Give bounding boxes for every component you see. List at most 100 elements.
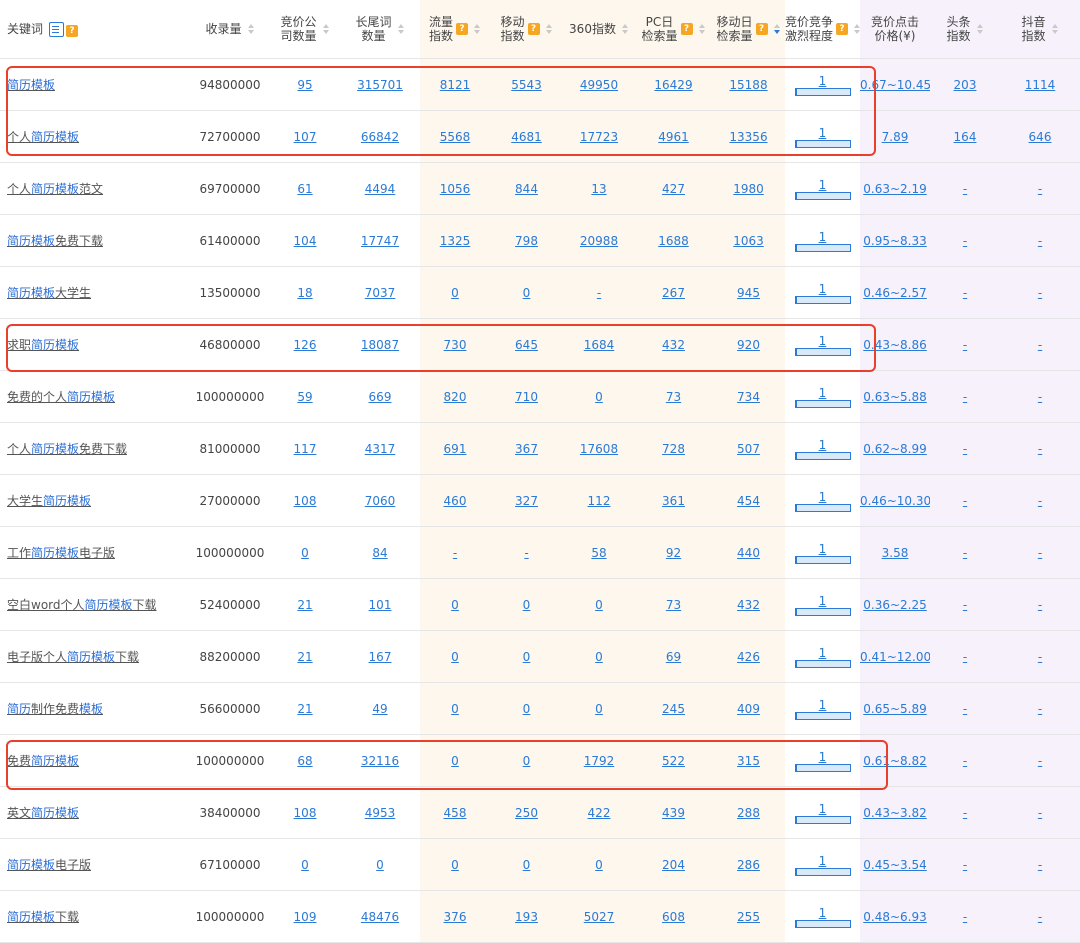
douyin-link[interactable]: - — [1038, 182, 1042, 196]
mob-link[interactable]: 288 — [737, 806, 760, 820]
pc-link[interactable]: 361 — [662, 494, 685, 508]
pc-link[interactable]: 1688 — [658, 234, 689, 248]
i360-link[interactable]: 112 — [588, 494, 611, 508]
mob-link[interactable]: 432 — [737, 598, 760, 612]
mobile-link[interactable]: 0 — [523, 754, 531, 768]
competition-bar[interactable]: 1 — [794, 542, 851, 564]
price-link[interactable]: 0.45~3.54 — [863, 858, 927, 872]
douyin-link[interactable]: - — [1038, 390, 1042, 404]
bid-link[interactable]: 117 — [294, 442, 317, 456]
bid-link[interactable]: 0 — [301, 858, 309, 872]
mobile-link[interactable]: 5543 — [511, 78, 542, 92]
mobile-link[interactable]: 0 — [523, 702, 531, 716]
i360-link[interactable]: 20988 — [580, 234, 618, 248]
pc-link[interactable]: 439 — [662, 806, 685, 820]
douyin-link[interactable]: - — [1038, 494, 1042, 508]
douyin-link[interactable]: - — [1038, 754, 1042, 768]
sort-icon[interactable] — [1051, 24, 1059, 34]
competition-bar[interactable]: 1 — [794, 386, 851, 408]
bid-link[interactable]: 61 — [297, 182, 312, 196]
longtail-link[interactable]: 315701 — [357, 78, 403, 92]
toutiao-link[interactable]: - — [963, 442, 967, 456]
bid-link[interactable]: 21 — [297, 650, 312, 664]
price-link[interactable]: 0.43~3.82 — [863, 806, 927, 820]
pc-link[interactable]: 728 — [662, 442, 685, 456]
mob-link[interactable]: 920 — [737, 338, 760, 352]
sort-icon[interactable] — [853, 24, 860, 34]
pc-link[interactable]: 73 — [666, 390, 681, 404]
i360-link[interactable]: 5027 — [584, 910, 615, 924]
i360-link[interactable]: 1684 — [584, 338, 615, 352]
mob-link[interactable]: 454 — [737, 494, 760, 508]
keyword-link[interactable]: 简历模板下载 — [7, 910, 79, 924]
mob-link[interactable]: 440 — [737, 546, 760, 560]
i360-link[interactable]: 0 — [595, 702, 603, 716]
price-link[interactable]: 0.65~5.89 — [863, 702, 927, 716]
i360-link[interactable]: 0 — [595, 390, 603, 404]
pc-link[interactable]: 245 — [662, 702, 685, 716]
mobile-link[interactable]: 0 — [523, 650, 531, 664]
traffic-link[interactable]: 0 — [451, 702, 459, 716]
price-link[interactable]: 0.41~12.00 — [860, 650, 930, 664]
longtail-link[interactable]: 7060 — [365, 494, 396, 508]
pc-link[interactable]: 92 — [666, 546, 681, 560]
sort-icon[interactable] — [322, 24, 330, 34]
traffic-link[interactable]: 0 — [451, 754, 459, 768]
toutiao-link[interactable]: - — [963, 494, 967, 508]
bid-link[interactable]: 109 — [294, 910, 317, 924]
competition-bar[interactable]: 1 — [794, 178, 851, 200]
header-longtail[interactable]: 长尾词 数量 — [340, 0, 420, 59]
traffic-link[interactable]: 1056 — [440, 182, 471, 196]
douyin-link[interactable]: - — [1038, 858, 1042, 872]
sort-icon[interactable] — [698, 24, 706, 34]
longtail-link[interactable]: 84 — [372, 546, 387, 560]
i360-link[interactable]: 0 — [595, 598, 603, 612]
toutiao-link[interactable]: - — [963, 858, 967, 872]
mobile-link[interactable]: 327 — [515, 494, 538, 508]
traffic-link[interactable]: 5568 — [440, 130, 471, 144]
bid-link[interactable]: 126 — [294, 338, 317, 352]
mobile-link[interactable]: - — [524, 546, 528, 560]
toutiao-link[interactable]: - — [963, 650, 967, 664]
mobile-link[interactable]: 0 — [523, 858, 531, 872]
sort-icon[interactable] — [621, 24, 629, 34]
competition-bar[interactable]: 1 — [794, 490, 851, 512]
i360-link[interactable]: 13 — [591, 182, 606, 196]
help-icon[interactable]: ? — [836, 23, 849, 35]
traffic-link[interactable]: 1325 — [440, 234, 471, 248]
mobile-link[interactable]: 710 — [515, 390, 538, 404]
help-icon[interactable]: ? — [527, 23, 540, 35]
i360-link[interactable]: 0 — [595, 650, 603, 664]
pc-link[interactable]: 267 — [662, 286, 685, 300]
toutiao-link[interactable]: - — [963, 286, 967, 300]
traffic-link[interactable]: 458 — [444, 806, 467, 820]
longtail-link[interactable]: 101 — [369, 598, 392, 612]
keyword-link[interactable]: 电子版个人简历模板下载 — [7, 650, 139, 664]
mob-link[interactable]: 945 — [737, 286, 760, 300]
traffic-link[interactable]: 0 — [451, 286, 459, 300]
competition-bar[interactable]: 1 — [794, 438, 851, 460]
i360-link[interactable]: 0 — [595, 858, 603, 872]
keyword-link[interactable]: 免费的个人简历模板 — [7, 390, 115, 404]
keyword-link[interactable]: 大学生简历模板 — [7, 494, 91, 508]
keyword-link[interactable]: 个人简历模板 — [7, 130, 79, 144]
pc-link[interactable]: 73 — [666, 598, 681, 612]
sort-icon[interactable] — [545, 24, 553, 34]
price-link[interactable]: 0.67~10.45 — [860, 78, 930, 92]
bid-link[interactable]: 107 — [294, 130, 317, 144]
price-link[interactable]: 0.36~2.25 — [863, 598, 927, 612]
price-link[interactable]: 0.62~8.99 — [863, 442, 927, 456]
longtail-link[interactable]: 669 — [369, 390, 392, 404]
traffic-link[interactable]: 376 — [444, 910, 467, 924]
header-toutiao[interactable]: 头条 指数 — [930, 0, 1000, 59]
toutiao-link[interactable]: - — [963, 910, 967, 924]
header-pc-daily[interactable]: PC日 检索量? — [635, 0, 712, 59]
competition-bar[interactable]: 1 — [794, 74, 851, 96]
mobile-link[interactable]: 645 — [515, 338, 538, 352]
i360-link[interactable]: 17723 — [580, 130, 618, 144]
douyin-link[interactable]: - — [1038, 234, 1042, 248]
keyword-link[interactable]: 工作简历模板电子版 — [7, 546, 115, 560]
keyword-link[interactable]: 简历模板 — [7, 78, 55, 92]
keyword-link[interactable]: 空白word个人简历模板下载 — [7, 598, 157, 612]
traffic-link[interactable]: 0 — [451, 650, 459, 664]
